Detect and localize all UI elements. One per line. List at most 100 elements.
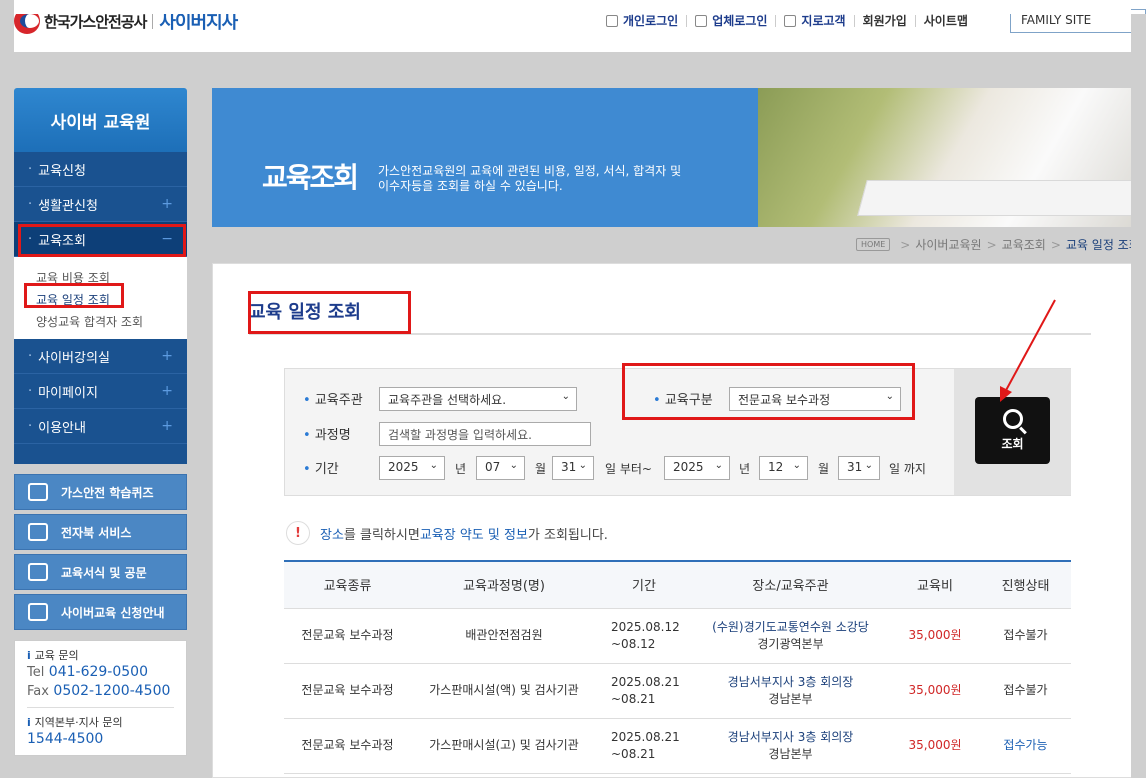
forms-button[interactable]: 교육서식 및 공문 xyxy=(14,554,187,590)
sidebar-menu-lower: 사이버강의실 + 마이페이지 + 이용안내 + xyxy=(14,339,187,444)
place-name[interactable]: 경남서부지사 3층 회의장 xyxy=(691,674,890,691)
cell-place[interactable]: 경남서부지사 3층 회의장 경남본부 xyxy=(691,718,890,774)
submenu-schedule-inquiry[interactable]: 교육 일정 조회 xyxy=(36,289,187,311)
sidebar-item-edu-inquiry[interactable]: 교육조회 − xyxy=(14,222,187,257)
org-select-value: 교육주관을 선택하세요. xyxy=(388,393,507,407)
sidebar-item-dormitory[interactable]: 생활관신청 + xyxy=(14,187,187,222)
quick-label: 사이버교육 신청안내 xyxy=(61,605,165,620)
submenu-pass-inquiry[interactable]: 양성교육 합격자 조회 xyxy=(36,311,187,333)
personal-login-link[interactable]: 개인로그인 xyxy=(606,12,678,29)
breadcrumb-item[interactable]: 교육조회 xyxy=(1002,236,1046,253)
notice-place: 장소 xyxy=(320,527,344,543)
sidebar-item-mypage[interactable]: 마이페이지 + xyxy=(14,374,187,409)
tel-prefix: Tel xyxy=(27,665,45,680)
end-year-select[interactable]: 2025 ⌄ xyxy=(664,456,730,480)
notice-text: 를 클릭하시면 xyxy=(343,527,420,543)
plus-icon: + xyxy=(161,348,173,364)
period-start: 2025.08.21 xyxy=(611,674,680,689)
start-month-select[interactable]: 07 ⌄ xyxy=(476,456,525,480)
briefcase-icon xyxy=(695,14,708,27)
notice-map-info: 교육장 약도 및 정보 xyxy=(419,527,528,543)
submenu-cost-inquiry[interactable]: 교육 비용 조회 xyxy=(36,267,187,289)
top-edge xyxy=(14,0,1131,14)
left-edge xyxy=(0,0,14,778)
personal-login-label: 개인로그인 xyxy=(623,14,679,28)
type-label: 교육구분 xyxy=(653,389,713,408)
start-year-select[interactable]: 2025 ⌄ xyxy=(379,456,445,480)
branch-contact-label: 지역본부·지사 문의 xyxy=(27,714,174,730)
notice-message: ! 장소 를 클릭하시면 교육장 약도 및 정보 가 조회됩니다. xyxy=(286,521,608,545)
cell-place[interactable]: (수원)경기도교통연수원 소강당 경기광역본부 xyxy=(691,608,890,664)
cell-place[interactable]: 경남서부지사 3층 회의장 경남본부 xyxy=(691,663,890,719)
chevron-down-icon: ⌄ xyxy=(561,391,570,402)
cell-course: 가스판매시설(고) 및 검사기관 xyxy=(411,718,597,774)
end-month-select[interactable]: 12 ⌄ xyxy=(759,456,808,480)
table-row: 전문교육 보수과정 가스판매시설(고) 및 검사기관 2025.08.21 ~08… xyxy=(284,718,1071,774)
home-icon[interactable]: HOME xyxy=(856,238,891,251)
contact-divider xyxy=(27,707,174,708)
col-place: 장소/교육주관 xyxy=(691,560,890,609)
sidebar-item-edu-apply[interactable]: 교육신청 xyxy=(14,152,187,187)
place-name[interactable]: 경남서부지사 3층 회의장 xyxy=(691,729,890,746)
company-login-link[interactable]: 업체로그인 xyxy=(695,12,767,29)
book-icon xyxy=(15,515,61,549)
breadcrumb: HOME > 사이버교육원 > 교육조회 > 교육 일정 조회 xyxy=(856,236,1140,253)
giro-customer-label: 지로고객 xyxy=(801,14,846,28)
course-input[interactable]: 검색할 과정명을 입력하세요. xyxy=(379,422,591,446)
gas-logo-icon xyxy=(15,595,61,629)
sidebar-submenu: 교육 비용 조회 교육 일정 조회 양성교육 합격자 조회 xyxy=(14,257,187,339)
branch-tel: 1544-4500 xyxy=(27,731,104,747)
schedule-table: 교육종류 교육과정명(명) 기간 장소/교육주관 교육비 진행상태 전문교육 보… xyxy=(284,560,1071,774)
sidebar-item-guide[interactable]: 이용안내 + xyxy=(14,409,187,444)
nav-divider xyxy=(914,14,916,27)
ebook-button[interactable]: 전자북 서비스 xyxy=(14,514,187,550)
sidebar-item-cyber-class[interactable]: 사이버강의실 + xyxy=(14,339,187,374)
cell-status: 접수불가 xyxy=(980,663,1071,719)
sidebar-item-label: 교육조회 xyxy=(38,233,86,249)
breadcrumb-current: 교육 일정 조회 xyxy=(1065,238,1140,252)
col-edu-type: 교육종류 xyxy=(284,560,411,609)
company-login-label: 업체로그인 xyxy=(712,14,768,28)
cell-period: 2025.08.21 ~08.21 xyxy=(597,663,691,719)
cell-period: 2025.08.12 ~08.12 xyxy=(597,608,691,664)
chevron-down-icon: ⌄ xyxy=(429,460,438,471)
start-day-select[interactable]: 31 ⌄ xyxy=(552,456,594,480)
sidebar-footer xyxy=(14,444,187,464)
cell-status[interactable]: 접수가능 xyxy=(980,718,1071,774)
sidebar-item-label: 교육신청 xyxy=(38,163,86,179)
right-edge xyxy=(1131,14,1146,778)
banner-keyboard xyxy=(857,180,1146,216)
minus-icon: − xyxy=(161,231,173,247)
quiz-button[interactable]: 가스안전 학습퀴즈 xyxy=(14,474,187,510)
title-underline xyxy=(249,333,1091,335)
search-button[interactable]: 조회 xyxy=(975,397,1050,464)
end-day-select[interactable]: 31 ⌄ xyxy=(838,456,880,480)
col-course: 교육과정명(명) xyxy=(411,560,597,609)
signup-link[interactable]: 회원가입 xyxy=(863,12,907,29)
table-row: 전문교육 보수과정 배관안전점검원 2025.08.12 ~08.12 (수원)경… xyxy=(284,608,1071,664)
plus-icon: + xyxy=(161,418,173,434)
period-label: 기간 xyxy=(303,458,339,477)
sidebar-item-label: 이용안내 xyxy=(38,420,86,436)
breadcrumb-item[interactable]: 사이버교육원 xyxy=(915,236,981,253)
start-year-value: 2025 xyxy=(388,460,419,474)
sitemap-link[interactable]: 사이트맵 xyxy=(924,12,968,29)
unit-year: 년 xyxy=(739,462,751,476)
chevron-down-icon: ⌄ xyxy=(714,460,723,471)
period-end: ~08.21 xyxy=(611,691,656,706)
apply-guide-button[interactable]: 사이버교육 신청안내 xyxy=(14,594,187,630)
quiz-icon xyxy=(15,475,61,509)
org-name: 경남본부 xyxy=(768,691,813,706)
org-select[interactable]: 교육주관을 선택하세요. ⌄ xyxy=(379,387,577,411)
type-select[interactable]: 전문교육 보수과정 ⌄ xyxy=(729,387,901,411)
cell-course: 가스판매시설(액) 및 검사기관 xyxy=(411,663,597,719)
fax-prefix: Fax xyxy=(27,684,49,699)
place-name[interactable]: (수원)경기도교통연수원 소강당 xyxy=(691,619,890,636)
document-icon xyxy=(784,14,797,27)
cell-edu-type: 전문교육 보수과정 xyxy=(284,718,411,774)
giro-customer-link[interactable]: 지로고객 xyxy=(784,12,846,29)
nav-divider xyxy=(686,14,688,27)
page-title: 교육 일정 조회 xyxy=(249,302,361,323)
period-start: 2025.08.21 xyxy=(611,729,680,744)
alert-icon: ! xyxy=(286,521,310,545)
